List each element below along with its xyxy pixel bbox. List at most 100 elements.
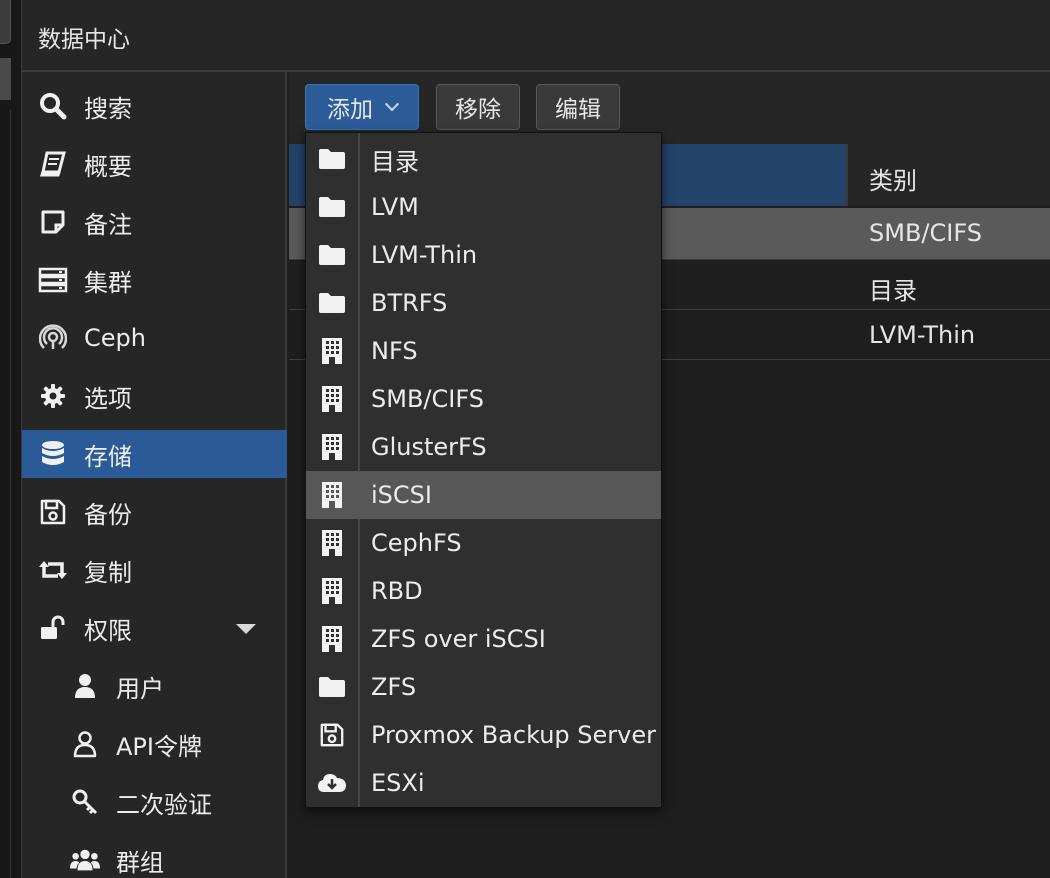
sidebar-item-summary[interactable]: 概要 [22,140,287,188]
user-outline-icon [70,729,100,759]
page-title: 数据中心 [38,27,130,53]
sidebar-item-label: 复制 [84,558,132,587]
sidebar-item-storage[interactable]: 存储 [22,430,287,478]
menu-item-label: LVM [371,193,419,221]
menu-item-label: 目录 [371,147,419,176]
sidebar-item-backup[interactable]: 备份 [22,488,287,536]
menu-item-lvm[interactable]: LVM [306,183,661,231]
sidebar-item-label: 权限 [84,616,132,645]
menu-item-label: Proxmox Backup Server [371,721,656,749]
add-button-label: 添加 [327,97,373,123]
sidebar-item-cluster[interactable]: 集群 [22,256,287,304]
gear-icon [38,381,68,411]
sidebar-item-label: 集群 [84,268,132,297]
window-tab-stub[interactable] [0,0,11,44]
building-icon [306,327,358,375]
cell-type: LVM-Thin [869,321,976,349]
server-rack-icon [38,265,68,295]
menu-item-label: RBD [371,577,423,605]
add-storage-menu: 目录 LVM LVM-Thin BTRFS NFS SMB/CIFS Glust… [305,132,662,808]
retweet-icon [38,555,68,585]
menu-item-directory[interactable]: 目录 [306,135,661,183]
sidebar-item-label: 概要 [84,152,132,181]
menu-item-smb-cifs[interactable]: SMB/CIFS [306,375,661,423]
sidebar-item-options[interactable]: 选项 [22,372,287,420]
sidebar-item-notes[interactable]: 备注 [22,198,287,246]
edit-button[interactable]: 编辑 [536,84,620,130]
menu-item-proxmox-backup-server[interactable]: Proxmox Backup Server [306,711,661,759]
menu-item-label: iSCSI [371,481,432,509]
remove-button[interactable]: 移除 [436,84,520,130]
menu-item-btrfs[interactable]: BTRFS [306,279,661,327]
sidebar-item-label: Ceph [84,324,146,352]
floppy-disk-icon [306,711,358,759]
folder-icon [306,663,358,711]
sidebar-item-ceph[interactable]: Ceph [22,314,287,362]
sidebar-item-label: 选项 [84,384,132,413]
sidebar-item-label: 群组 [116,848,164,877]
header-bar: 数据中心 [22,0,1050,72]
building-icon [306,519,358,567]
menu-item-esxi[interactable]: ESXi [306,759,661,807]
sidebar-item-replication[interactable]: 复制 [22,546,287,594]
sidebar-item-users[interactable]: 用户 [22,662,287,710]
menu-item-label: LVM-Thin [371,241,478,269]
folder-icon [306,135,358,183]
column-separator[interactable] [846,144,848,206]
chevron-down-icon [384,97,400,112]
sidebar: 搜索 概要 备注 集群 Ceph 选项 存储 备份 复制 权限 用户 API令牌… [22,72,287,878]
search-icon [38,91,68,121]
sidebar-item-tfa[interactable]: 二次验证 [22,778,287,826]
book-icon [38,149,68,179]
menu-item-label: ESXi [371,769,425,797]
add-button[interactable]: 添加 [305,84,419,130]
key-icon [70,787,100,817]
menu-item-label: BTRFS [371,289,448,317]
column-header-type[interactable]: 类别 [869,161,917,196]
menu-item-cephfs[interactable]: CephFS [306,519,661,567]
sidebar-item-label: API令牌 [116,732,202,761]
menu-item-iscsi[interactable]: iSCSI [306,471,661,519]
cloud-download-icon [306,759,358,807]
sidebar-item-label: 二次验证 [116,790,212,819]
menu-item-rbd[interactable]: RBD [306,567,661,615]
sidebar-item-label: 存储 [84,442,132,471]
menu-item-label: ZFS [371,673,417,701]
unlock-icon [38,613,68,643]
sidebar-item-search[interactable]: 搜索 [22,82,287,130]
menu-item-glusterfs[interactable]: GlusterFS [306,423,661,471]
sidebar-item-groups[interactable]: 群组 [22,836,287,878]
menu-item-zfs-over-iscsi[interactable]: ZFS over iSCSI [306,615,661,663]
sidebar-item-label: 备份 [84,500,132,529]
building-icon [306,471,358,519]
menu-item-nfs[interactable]: NFS [306,327,661,375]
menu-item-zfs[interactable]: ZFS [306,663,661,711]
edge-divider [10,110,11,878]
menu-item-lvm-thin[interactable]: LVM-Thin [306,231,661,279]
folder-icon [306,279,358,327]
menu-item-label: CephFS [371,529,462,557]
sidebar-item-label: 用户 [116,674,164,703]
menu-item-label: ZFS over iSCSI [371,625,546,653]
building-icon [306,567,358,615]
folder-icon [306,183,358,231]
menu-item-label: NFS [371,337,418,365]
expand-caret-icon[interactable] [236,624,256,634]
cell-type: 目录 [869,277,917,305]
building-icon [306,375,358,423]
building-icon [306,423,358,471]
left-scrollbar-thumb[interactable] [0,58,11,100]
sidebar-item-label: 备注 [84,210,132,239]
folder-icon [306,231,358,279]
sidebar-item-permissions[interactable]: 权限 [22,604,287,652]
cell-type: SMB/CIFS [869,219,982,247]
users-icon [70,845,100,875]
menu-item-label: GlusterFS [371,433,487,461]
ceph-icon [38,323,68,353]
window-edge [0,0,22,878]
sidebar-item-label: 搜索 [84,94,132,123]
building-icon [306,615,358,663]
sticky-note-icon [38,207,68,237]
sidebar-item-api-tokens[interactable]: API令牌 [22,720,287,768]
floppy-disk-icon [38,497,68,527]
